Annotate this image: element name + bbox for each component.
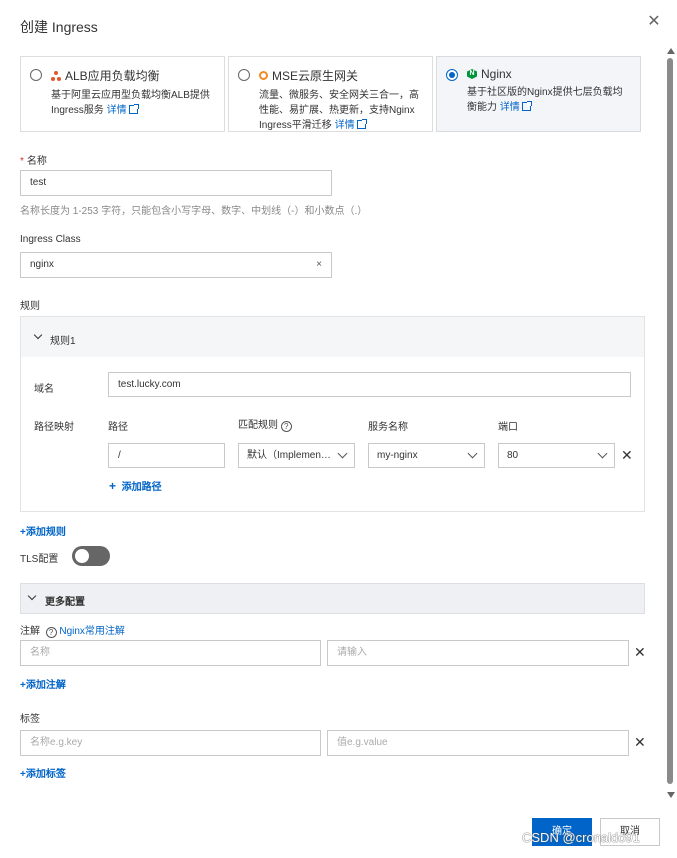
mse-detail-link[interactable]: 详情 (335, 119, 367, 131)
name-input[interactable]: test (20, 170, 332, 196)
chevron-down-icon (597, 448, 608, 459)
card-alb[interactable]: ALB应用负载均衡 基于阿里云应用型负载均衡ALB提供Ingress服务 详情 (20, 56, 225, 132)
remove-annotation-icon[interactable]: ✕ (634, 645, 646, 659)
col-path: 路径 (108, 422, 128, 433)
tls-label: TLS配置 (20, 554, 59, 565)
add-rule-button[interactable]: +添加规则 (20, 523, 66, 538)
add-path-button[interactable]: + 添加路径 (109, 478, 162, 493)
annotation-label: 注解 ? Nginx常用注解 (20, 626, 125, 638)
more-config-header[interactable]: 更多配置 (20, 583, 645, 614)
annotation-value-input[interactable]: 请输入 (327, 640, 629, 666)
col-port: 端口 (498, 422, 518, 433)
plus-icon: + (109, 479, 117, 493)
col-match: 匹配规则 ? (238, 416, 292, 432)
mse-title: MSE云原生网关 (272, 69, 359, 83)
clear-icon[interactable]: × (316, 253, 322, 277)
rule-panel: 规则1 域名 test.lucky.com 路径映射 路径 匹配规则 ? 服务名… (20, 316, 645, 512)
external-link-icon (128, 104, 139, 114)
alb-logo-icon (51, 70, 61, 81)
card-nginx[interactable]: N Nginx 基于社区版的Nginx提供七层负载均衡能力 详情 (436, 56, 641, 132)
annotation-name-input[interactable]: 名称 (20, 640, 321, 666)
port-select[interactable]: 80 (498, 443, 615, 468)
mse-logo-icon (259, 71, 268, 80)
external-link-icon (521, 101, 532, 111)
nginx-detail-link[interactable]: 详情 (500, 101, 532, 113)
label-value-input[interactable]: 值e.g.value (327, 730, 629, 756)
chevron-down-icon (33, 330, 43, 340)
scrollbar-thumb[interactable] (667, 58, 673, 784)
close-icon[interactable]: ✕ (646, 14, 662, 30)
chevron-down-icon (337, 448, 348, 459)
domain-label: 域名 (34, 384, 54, 395)
path-mapping-label: 路径映射 (34, 422, 74, 433)
service-select[interactable]: my-nginx (368, 443, 485, 468)
chevron-down-icon (27, 591, 37, 601)
ingress-class-value: nginx (30, 259, 54, 270)
name-label: * 名称 (20, 156, 47, 167)
ingress-class-input[interactable]: nginx × (20, 252, 332, 278)
labels-label: 标签 (20, 714, 40, 725)
label-key-input[interactable]: 名称e.g.key (20, 730, 321, 756)
external-link-icon (356, 119, 367, 129)
scrollbar[interactable] (665, 44, 677, 804)
scroll-up-icon[interactable] (667, 48, 675, 54)
rule-title: 规则1 (50, 336, 76, 347)
remove-label-icon[interactable]: ✕ (634, 735, 646, 749)
scroll-down-icon[interactable] (667, 792, 675, 798)
tls-toggle[interactable] (72, 546, 110, 566)
remove-path-icon[interactable]: ✕ (621, 448, 633, 462)
watermark: CSDN @cronaldo91 (522, 830, 640, 845)
create-ingress-dialog: 创建 Ingress ✕ ALB应用负载均衡 基于阿里云应用型负载均衡ALB提供… (0, 0, 677, 858)
alb-detail-link[interactable]: 详情 (107, 104, 139, 116)
dialog-body[interactable]: ALB应用负载均衡 基于阿里云应用型负载均衡ALB提供Ingress服务 详情 … (0, 46, 665, 806)
mse-radio[interactable] (238, 69, 250, 81)
nginx-title: Nginx (481, 67, 512, 81)
path-input[interactable]: / (108, 443, 225, 468)
add-annotation-button[interactable]: +添加注解 (20, 676, 66, 691)
match-rule-select[interactable]: 默认（Implemen… (238, 443, 355, 468)
domain-input[interactable]: test.lucky.com (108, 372, 631, 397)
alb-radio[interactable] (30, 69, 42, 81)
rule-header[interactable]: 规则1 (21, 317, 644, 357)
add-label-button[interactable]: +添加标签 (20, 765, 66, 780)
nginx-logo-icon: N (467, 69, 477, 79)
more-config-title: 更多配置 (45, 597, 85, 608)
chevron-down-icon (467, 448, 478, 459)
help-icon[interactable]: ? (45, 627, 57, 638)
nginx-annotation-link[interactable]: Nginx常用注解 (59, 626, 125, 637)
alb-title: ALB应用负载均衡 (65, 69, 160, 83)
gateway-type-cards: ALB应用负载均衡 基于阿里云应用型负载均衡ALB提供Ingress服务 详情 … (20, 56, 641, 132)
help-icon[interactable]: ? (280, 421, 292, 432)
card-mse[interactable]: MSE云原生网关 流量、微服务、安全网关三合一，高性能、易扩展、热更新，支持Ng… (228, 56, 433, 132)
nginx-desc: 基于社区版的Nginx提供七层负载均衡能力 (467, 87, 623, 113)
dialog-title: 创建 Ingress (20, 19, 98, 35)
ingress-class-label: Ingress Class (20, 234, 81, 245)
name-hint: 名称长度为 1-253 字符，只能包含小写字母、数字、中划线（-）和小数点（.） (20, 206, 368, 217)
col-service: 服务名称 (368, 422, 408, 433)
nginx-radio[interactable] (446, 69, 458, 81)
rules-label: 规则 (20, 301, 40, 312)
